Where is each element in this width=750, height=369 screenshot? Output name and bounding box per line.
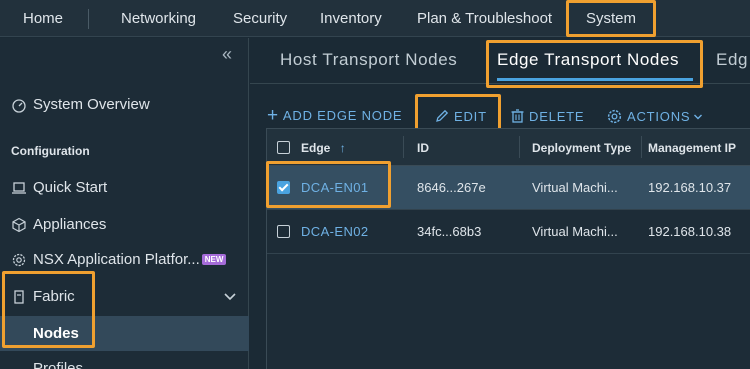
nav-plan-troubleshoot[interactable]: Plan & Troubleshoot xyxy=(417,0,552,37)
edge-name-link[interactable]: DCA-EN01 xyxy=(301,180,369,195)
row-checkbox[interactable] xyxy=(277,225,290,238)
section-configuration-heading: Configuration xyxy=(11,144,90,158)
column-header-deployment-type[interactable]: Deployment Type xyxy=(532,141,631,155)
deployment-type-cell: Virtual Machi... xyxy=(532,180,618,195)
delete-button[interactable]: DELETE xyxy=(510,108,584,124)
column-separator xyxy=(519,136,520,158)
tab-overflow[interactable]: Edg xyxy=(716,50,748,70)
sidebar-item-label: Fabric xyxy=(33,288,75,305)
trash-icon xyxy=(511,109,524,123)
actions-label: ACTIONS xyxy=(627,109,691,124)
sidebar-item-label: NSX Application Platfor... xyxy=(33,251,200,268)
tab-bar: Host Transport Nodes Edge Transport Node… xyxy=(250,38,750,84)
nav-networking[interactable]: Networking xyxy=(121,0,196,37)
column-header-edge[interactable]: Edge ↑ xyxy=(301,141,346,155)
edge-name-link[interactable]: DCA-EN02 xyxy=(301,224,369,239)
management-ip-cell: 192.168.10.38 xyxy=(648,224,732,239)
add-edge-node-button[interactable]: + ADD EDGE NODE xyxy=(267,105,403,126)
column-header-id[interactable]: ID xyxy=(417,141,429,155)
add-edge-node-label: ADD EDGE NODE xyxy=(282,108,403,123)
nav-inventory[interactable]: Inventory xyxy=(320,0,382,37)
row-checkbox[interactable] xyxy=(277,181,290,194)
nav-separator xyxy=(88,9,89,29)
deployment-type-cell: Virtual Machi... xyxy=(532,224,618,239)
actions-button[interactable]: ACTIONS xyxy=(606,108,703,125)
top-navigation-bar: Home Networking Security Inventory Plan … xyxy=(0,0,750,37)
sidebar-item-label: System Overview xyxy=(33,96,150,113)
active-tab-indicator xyxy=(497,78,693,81)
datagrid-header: Edge ↑ ID Deployment Type Management IP xyxy=(267,129,750,166)
tab-edge-transport-nodes[interactable]: Edge Transport Nodes xyxy=(497,50,679,70)
server-icon xyxy=(14,289,24,304)
edge-nodes-datagrid: Edge ↑ ID Deployment Type Management IP … xyxy=(266,128,750,369)
sidebar-item-profiles[interactable]: Profiles xyxy=(33,360,83,369)
sidebar: « System Overview Configuration Quick St… xyxy=(0,38,249,369)
collapse-sidebar-icon[interactable]: « xyxy=(222,44,232,65)
edge-id-cell: 8646...267e xyxy=(417,180,486,195)
sidebar-item-nsx-application-platform[interactable]: NSX Application Platfor... NEW xyxy=(11,251,227,268)
nav-system[interactable]: System xyxy=(586,0,636,37)
chevron-down-icon[interactable] xyxy=(223,292,237,302)
delete-label: DELETE xyxy=(529,108,585,124)
table-row[interactable]: DCA-EN01 8646...267e Virtual Machi... 19… xyxy=(267,166,750,210)
column-header-label: Edge xyxy=(301,141,331,155)
laptop-icon xyxy=(12,181,26,194)
sidebar-item-quick-start[interactable]: Quick Start xyxy=(11,179,107,196)
gear-icon xyxy=(607,109,622,124)
table-row[interactable]: DCA-EN02 34fc...68b3 Virtual Machi... 19… xyxy=(267,210,750,254)
column-header-management-ip[interactable]: Management IP xyxy=(648,141,736,155)
sidebar-item-nodes[interactable]: Nodes xyxy=(0,316,249,351)
settings-gear-icon xyxy=(12,253,26,266)
gauge-icon xyxy=(12,98,26,113)
nav-security[interactable]: Security xyxy=(233,0,287,37)
edit-label: EDIT xyxy=(454,108,487,124)
column-separator xyxy=(403,136,404,158)
pencil-icon xyxy=(436,109,449,122)
sidebar-item-label: Nodes xyxy=(33,325,79,342)
management-ip-cell: 192.168.10.37 xyxy=(648,180,732,195)
sidebar-item-system-overview[interactable]: System Overview xyxy=(11,96,150,113)
edit-button[interactable]: EDIT xyxy=(434,108,487,124)
sidebar-item-appliances[interactable]: Appliances xyxy=(11,216,106,233)
sort-ascending-icon[interactable]: ↑ xyxy=(340,141,346,155)
nav-home[interactable]: Home xyxy=(23,0,63,37)
sidebar-item-fabric[interactable]: Fabric xyxy=(11,288,75,305)
tab-host-transport-nodes[interactable]: Host Transport Nodes xyxy=(280,50,457,70)
new-badge: NEW xyxy=(201,254,227,265)
edge-id-cell: 34fc...68b3 xyxy=(417,224,482,239)
plus-icon: + xyxy=(267,105,279,126)
sidebar-item-label: Appliances xyxy=(33,216,107,233)
column-separator xyxy=(641,136,642,158)
cube-icon xyxy=(12,217,26,232)
sidebar-item-label: Quick Start xyxy=(33,179,108,196)
select-all-checkbox[interactable] xyxy=(277,141,290,154)
chevron-down-icon xyxy=(694,114,703,119)
